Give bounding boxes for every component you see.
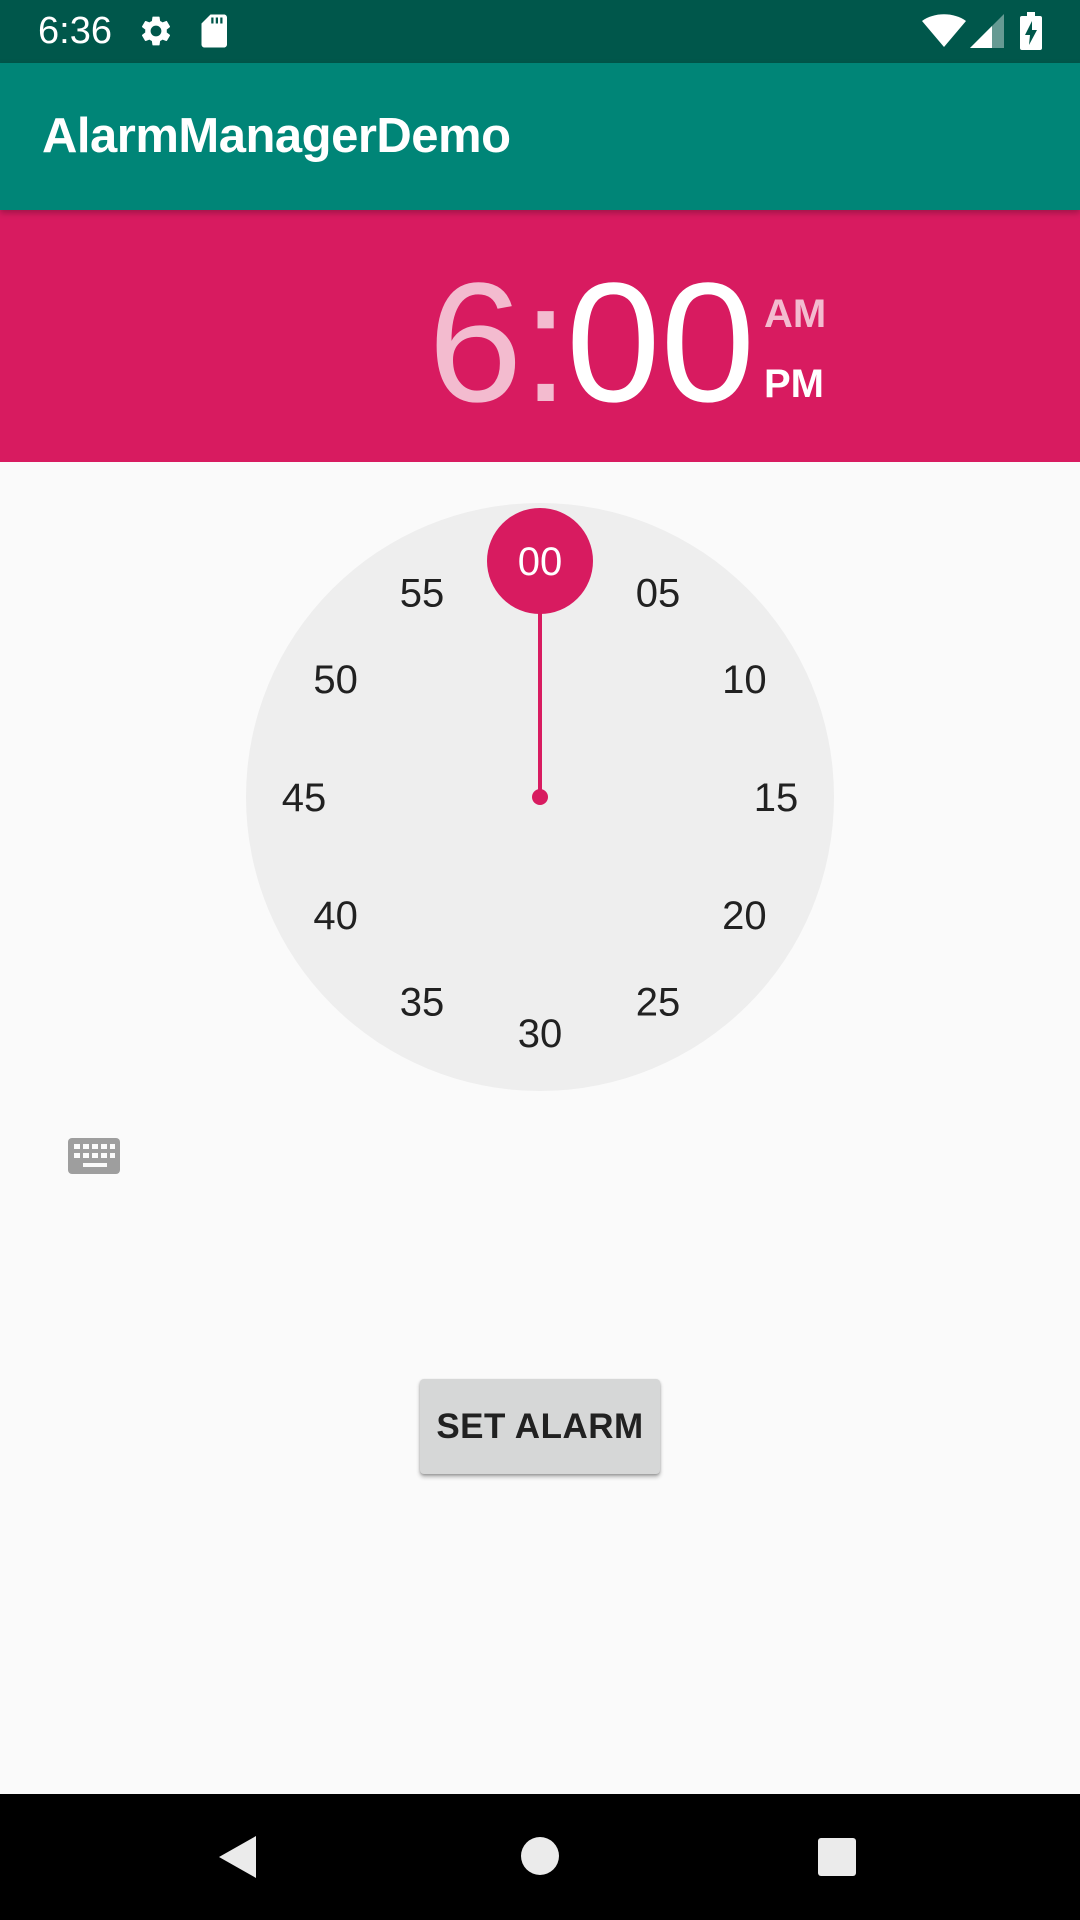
battery-charging-icon	[1020, 12, 1042, 50]
dial-label-15[interactable]: 15	[754, 776, 799, 820]
navigation-bar	[0, 1794, 1080, 1920]
set-alarm-button[interactable]: SET ALARM	[420, 1379, 660, 1474]
time-separator: :	[522, 248, 570, 438]
keyboard-icon[interactable]	[64, 1128, 124, 1188]
cell-signal-icon	[970, 14, 1004, 48]
dial-label-55[interactable]: 55	[400, 572, 445, 616]
pm-toggle[interactable]: PM	[764, 362, 824, 406]
am-toggle[interactable]: AM	[764, 292, 826, 336]
wifi-icon	[922, 14, 966, 47]
dial-label-30[interactable]: 30	[518, 1012, 563, 1056]
dial-label-25[interactable]: 25	[636, 980, 681, 1024]
status-time: 6:36	[38, 10, 112, 52]
dial-label-35[interactable]: 35	[400, 980, 445, 1024]
dial-center-dot	[532, 789, 548, 805]
dial-label-50[interactable]: 50	[313, 658, 358, 702]
dial-label-45[interactable]: 45	[282, 776, 327, 820]
dial-label-00[interactable]: 00	[518, 540, 563, 584]
app-bar: AlarmManagerDemo	[0, 63, 1080, 210]
sd-card-icon	[201, 14, 227, 48]
home-icon[interactable]	[520, 1836, 560, 1876]
dial-label-10[interactable]: 10	[722, 658, 767, 702]
app-title: AlarmManagerDemo	[42, 109, 511, 163]
time-picker-header: 6 : 00 AM PM	[0, 210, 1080, 462]
minute-display[interactable]: 00	[566, 258, 755, 428]
back-icon[interactable]	[216, 1834, 258, 1880]
hour-display[interactable]: 6	[428, 258, 523, 428]
dial-label-05[interactable]: 05	[636, 572, 681, 616]
settings-gear-icon	[141, 16, 171, 46]
dial-label-20[interactable]: 20	[722, 894, 767, 938]
status-bar: 6:36	[0, 0, 1080, 63]
clock-dial[interactable]: 00 05 10 15 20 25 30 35 40 45 50 55	[0, 462, 1080, 1122]
recents-icon[interactable]	[817, 1837, 857, 1877]
dial-label-40[interactable]: 40	[313, 894, 358, 938]
